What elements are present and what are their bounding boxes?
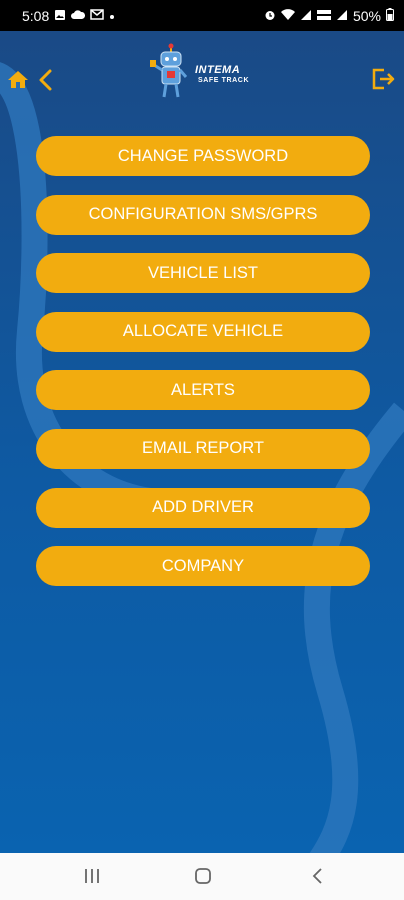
status-left: 5:08: [22, 8, 115, 24]
status-time: 5:08: [22, 7, 50, 24]
home-button[interactable]: [7, 69, 29, 91]
back-nav-button[interactable]: [309, 867, 327, 890]
home-nav-button[interactable]: [194, 867, 212, 890]
mail-icon: [90, 9, 104, 22]
app-screen: INTEMA SAFE TRACK CHANGE PASSWORD CONFIG…: [0, 31, 404, 853]
logo-subtitle: SAFE TRACK: [198, 77, 250, 84]
company-button[interactable]: COMPANY: [36, 546, 370, 587]
logout-icon: [372, 68, 395, 90]
logo-title: INTEMA: [195, 64, 241, 76]
change-password-button[interactable]: CHANGE PASSWORD: [36, 136, 370, 176]
back-arrow-icon: [39, 69, 52, 91]
header: INTEMA SAFE TRACK: [0, 31, 404, 121]
logout-button[interactable]: [370, 66, 396, 92]
battery-icon: [386, 8, 394, 23]
battery-percent: 50%: [352, 7, 381, 24]
main-menu: CHANGE PASSWORD CONFIGURATION SMS/GPRS V…: [36, 136, 370, 605]
photo-icon: [54, 9, 66, 23]
recent-apps-icon: [85, 869, 99, 883]
signal-icon: [300, 9, 312, 23]
back-button[interactable]: [36, 68, 54, 92]
alarm-icon: [264, 9, 276, 23]
alerts-button[interactable]: ALERTS: [36, 370, 370, 411]
lte-icon: [316, 9, 331, 23]
signal-icon: [336, 9, 348, 23]
cloud-icon: [71, 9, 86, 22]
robot-logo-icon: [150, 43, 188, 98]
vehicle-list-button[interactable]: VEHICLE LIST: [36, 253, 370, 294]
back-chevron-icon: [312, 868, 322, 884]
home-icon: [8, 71, 28, 88]
app-logo: INTEMA SAFE TRACK: [148, 43, 258, 103]
add-driver-button[interactable]: ADD DRIVER: [36, 487, 370, 528]
recent-apps-button[interactable]: [83, 867, 101, 890]
allocate-vehicle-button[interactable]: ALLOCATE VEHICLE: [36, 311, 370, 352]
status-bar: 5:08 50%: [0, 0, 404, 31]
email-report-button[interactable]: EMAIL REPORT: [36, 428, 370, 469]
wifi-icon: [280, 8, 295, 23]
dot-icon: [109, 10, 115, 22]
home-circle-icon: [195, 868, 211, 884]
status-right: 50%: [264, 8, 394, 24]
configuration-sms-gprs-button[interactable]: CONFIGURATION SMS/GPRS: [36, 194, 370, 235]
system-nav-bar: [0, 853, 404, 900]
